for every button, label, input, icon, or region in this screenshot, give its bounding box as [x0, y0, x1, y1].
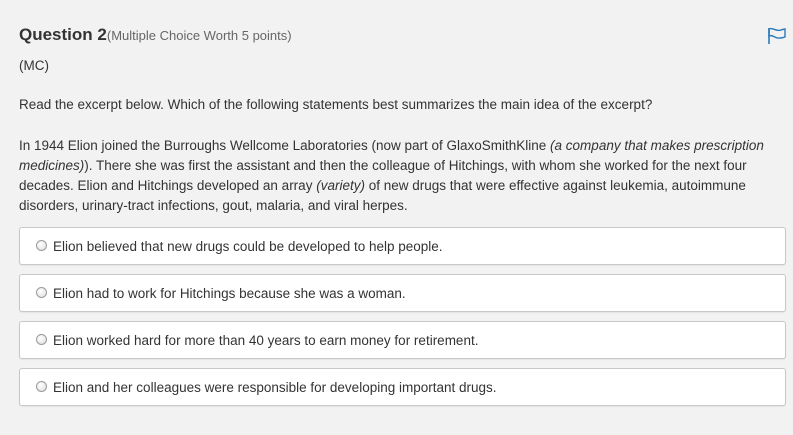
answer-option-label: Elion believed that new drugs could be d…: [53, 239, 443, 254]
question-title: Question 2: [19, 25, 107, 44]
question-header: Question 2(Multiple Choice Worth 5 point…: [19, 25, 292, 45]
answer-option-d[interactable]: Elion and her colleagues were responsibl…: [19, 368, 786, 406]
answer-option-label: Elion and her colleagues were responsibl…: [53, 380, 497, 395]
radio-button[interactable]: [36, 287, 47, 298]
question-points: (Multiple Choice Worth 5 points): [106, 28, 292, 43]
radio-button[interactable]: [36, 381, 47, 392]
question-prompt: Read the excerpt below. Which of the fol…: [19, 97, 653, 112]
answer-option-label: Elion worked hard for more than 40 years…: [53, 333, 479, 348]
answer-option-a[interactable]: Elion believed that new drugs could be d…: [19, 227, 786, 265]
answer-option-b[interactable]: Elion had to work for Hitchings because …: [19, 274, 786, 312]
excerpt-text: In 1944 Elion joined the Burroughs Wellc…: [19, 136, 789, 216]
radio-button[interactable]: [36, 334, 47, 345]
excerpt-definition: (variety): [316, 178, 365, 193]
answer-option-c[interactable]: Elion worked hard for more than 40 years…: [19, 321, 786, 359]
question-panel: Question 2(Multiple Choice Worth 5 point…: [0, 0, 793, 430]
answer-option-label: Elion had to work for Hitchings because …: [53, 286, 406, 301]
question-type-tag: (MC): [19, 58, 49, 73]
excerpt-part: In 1944 Elion joined the Burroughs Wellc…: [19, 138, 551, 153]
flag-icon[interactable]: [766, 27, 788, 45]
radio-button[interactable]: [36, 240, 47, 251]
